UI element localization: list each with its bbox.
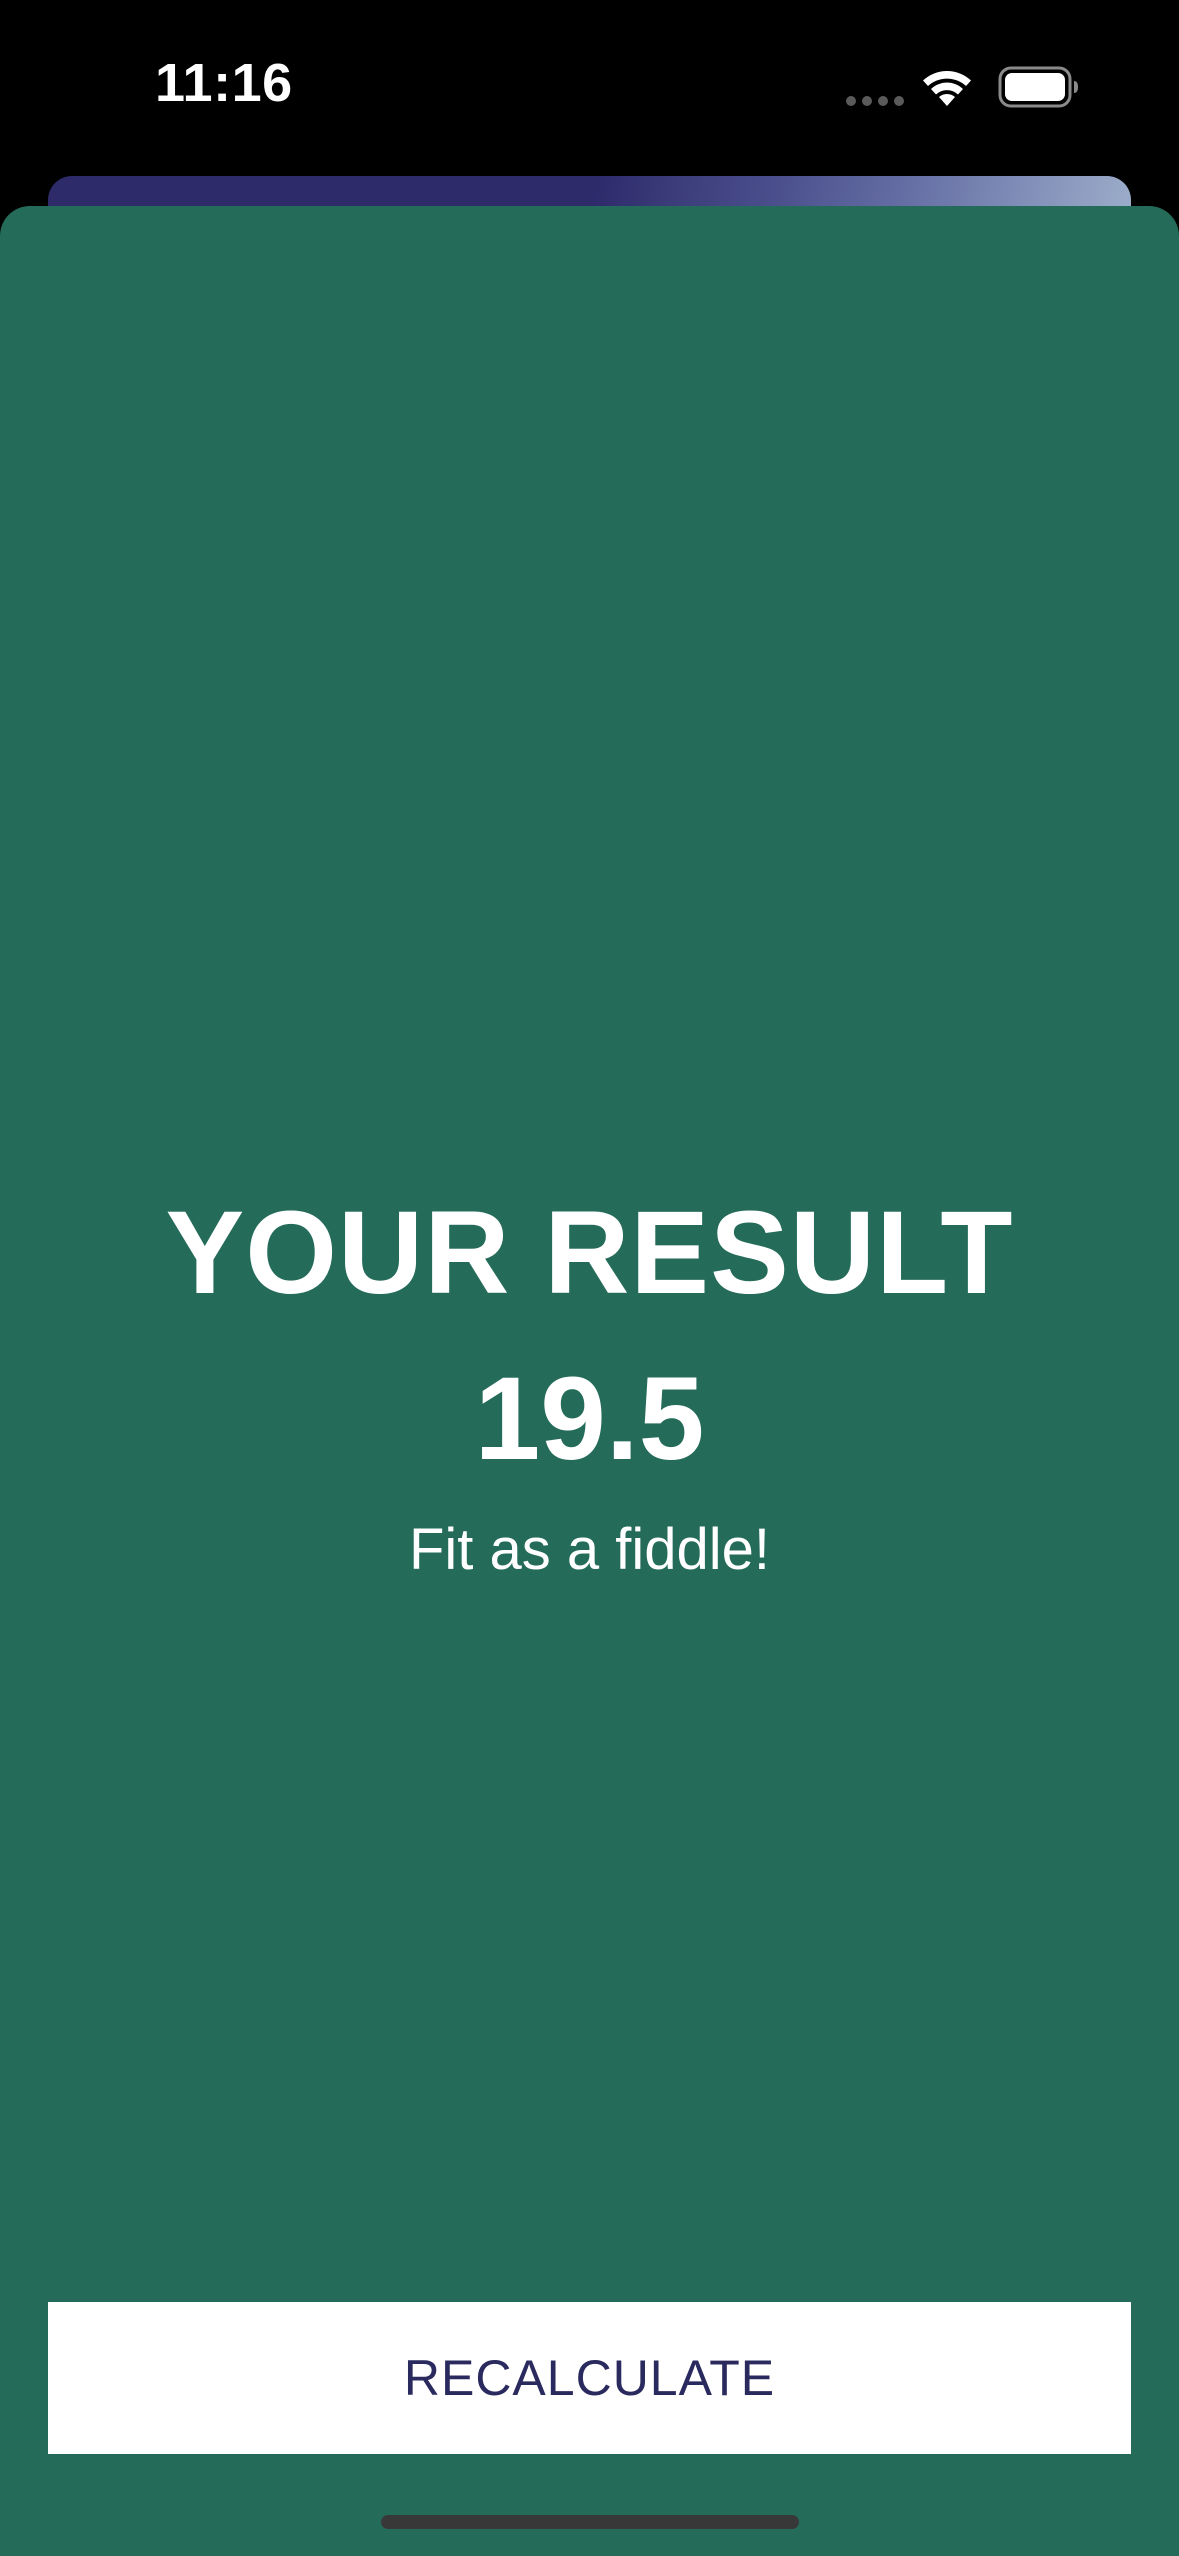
recalculate-button[interactable]: RECALCULATE	[48, 2302, 1131, 2454]
cellular-signal-icon	[846, 96, 906, 106]
result-message: Fit as a fiddle!	[408, 1517, 771, 1582]
home-indicator[interactable]	[381, 2515, 799, 2529]
recalculate-label: RECALCULATE	[403, 2350, 776, 2406]
wifi-icon	[923, 70, 971, 106]
status-bar: 11:16	[0, 0, 1179, 170]
status-time: 11:16	[155, 53, 293, 113]
battery-icon	[998, 66, 1078, 108]
result-title: YOUR RESULT	[165, 1187, 1014, 1319]
result-value: 19.5	[474, 1353, 705, 1485]
screen: 11:16 YOUR RESULT 19.5 Fit as a fiddle! …	[0, 0, 1179, 2556]
